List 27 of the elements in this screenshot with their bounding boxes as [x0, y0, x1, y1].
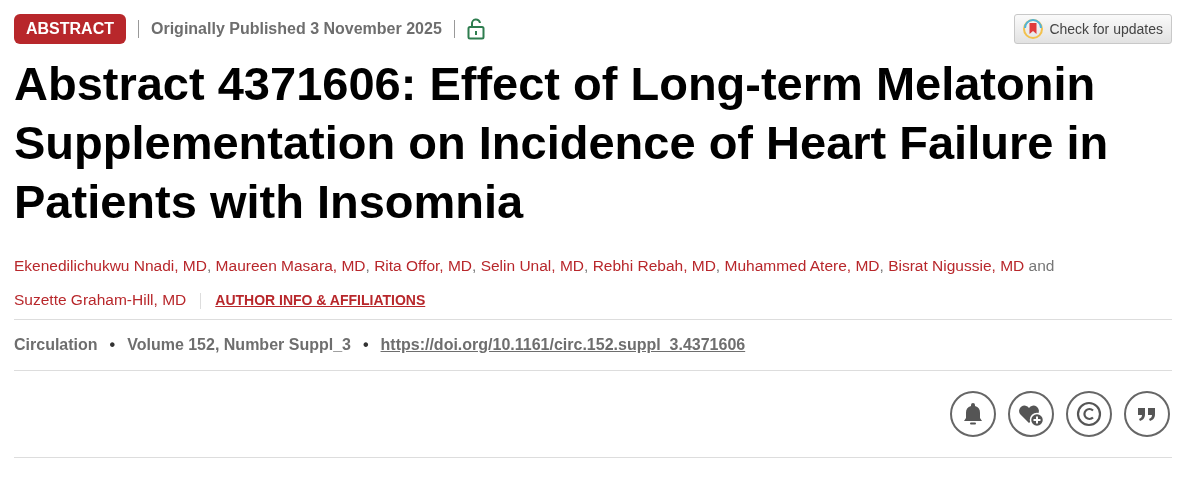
publication-date: Originally Published 3 November 2025 — [151, 19, 442, 39]
bullet-separator: • — [362, 335, 369, 355]
copyright-icon — [1076, 401, 1102, 427]
author-link[interactable]: Suzette Graham-Hill, MD — [14, 291, 187, 308]
action-button[interactable] — [1124, 391, 1170, 437]
abstract-badge: ABSTRACT — [14, 14, 126, 44]
author-link[interactable]: Selin Unal, MD — [480, 257, 585, 274]
author-link[interactable]: Bisrat Nigussie, MD — [888, 257, 1025, 274]
author-list: Ekenedilichukwu Nnadi, MD, Maureen Masara, MD, Rita Offor, MD, Selin Unal, MD, Rebhi Rebah, MD, Muhammed Atere, MD, Bisrat Nigussie, MD and Suzette Graham-Hill, MD AUTHOR INFO & AFFILIATIONS — [14, 249, 1164, 317]
author-link[interactable]: Maureen Masara, MD — [215, 257, 366, 274]
journal-name: Circulation — [14, 335, 98, 355]
doi-link[interactable]: https://doi.org/10.1161/circ.152.suppl_3.4371606 — [380, 333, 746, 357]
action-button[interactable] — [950, 391, 996, 437]
action-button[interactable] — [1066, 391, 1112, 437]
author-link[interactable]: Ekenedilichukwu Nnadi, MD — [14, 257, 207, 274]
volume-issue: Volume 152, Number Suppl_3 — [127, 335, 351, 355]
bookmark-badge-icon — [1023, 19, 1044, 39]
author-link[interactable]: Rita Offor, MD — [374, 257, 473, 274]
quote-icon — [1137, 407, 1157, 421]
author-link[interactable]: Rebhi Rebah, MD — [592, 257, 716, 274]
author-link[interactable]: Muhammed Atere, MD — [724, 257, 880, 274]
author-info-link[interactable]: AUTHOR INFO & AFFILIATIONS — [215, 292, 426, 308]
bullet-separator: • — [109, 335, 116, 355]
bell-icon — [962, 402, 984, 426]
check-for-updates-button[interactable]: Check for updates — [1014, 14, 1172, 44]
article-title: Abstract 4371606: Effect of Long-term Melatonin Supplementation on Incidence of Heart Failure in Patients with Insomnia — [14, 56, 1110, 230]
action-button[interactable] — [1008, 391, 1054, 437]
